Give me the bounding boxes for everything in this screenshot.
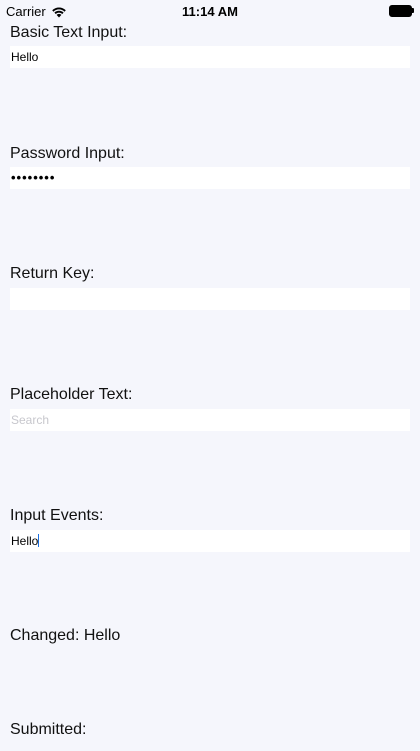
- input-events-input[interactable]: Hello: [10, 530, 410, 552]
- basic-text-input-label: Basic Text Input:: [10, 24, 128, 41]
- battery-icon: [389, 5, 414, 17]
- search-input[interactable]: Search: [10, 409, 410, 431]
- password-input-value: ••••••••: [11, 170, 56, 185]
- changed-status-text: Changed: Hello: [10, 627, 121, 644]
- input-events-value-wrapper: Hello: [11, 530, 40, 552]
- return-key-input[interactable]: [10, 288, 410, 310]
- return-key-label: Return Key:: [10, 265, 95, 282]
- placeholder-text-label: Placeholder Text:: [10, 386, 133, 403]
- submitted-status-text: Submitted:: [10, 721, 87, 738]
- password-input-label: Password Input:: [10, 145, 125, 162]
- password-input[interactable]: ••••••••: [10, 167, 410, 189]
- input-events-value: Hello: [11, 534, 39, 548]
- search-input-placeholder: Search: [11, 413, 50, 427]
- text-caret: [38, 534, 40, 547]
- basic-text-input-value: Hello: [11, 50, 39, 64]
- input-events-label: Input Events:: [10, 507, 104, 524]
- status-bar: Carrier 11:14 AM: [0, 0, 420, 22]
- status-time: 11:14 AM: [182, 4, 238, 19]
- basic-text-input[interactable]: Hello: [10, 46, 410, 68]
